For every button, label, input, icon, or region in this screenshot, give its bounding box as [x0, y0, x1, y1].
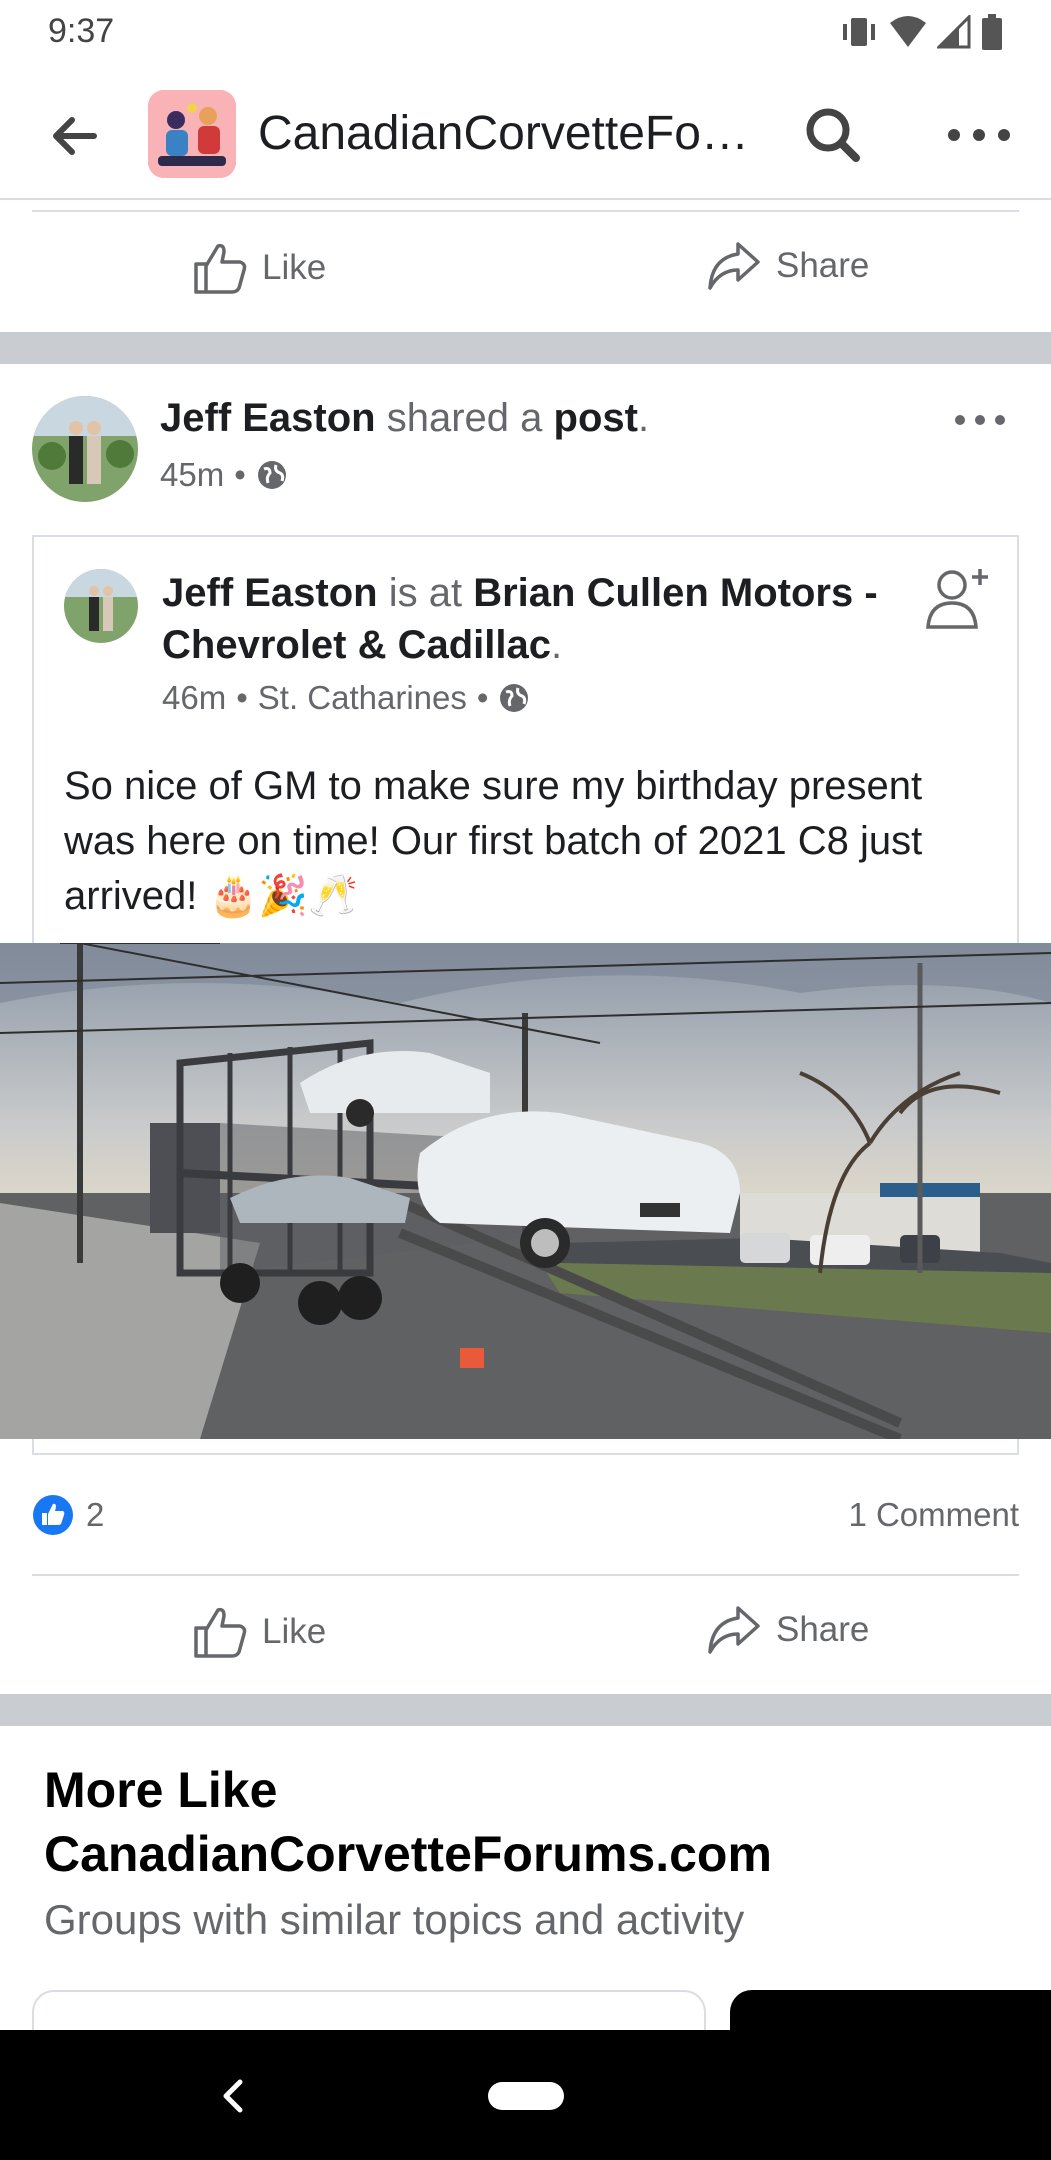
- status-time: 9:37: [48, 12, 115, 50]
- shared-post-time[interactable]: 46m: [162, 679, 226, 717]
- reaction-count: 2: [86, 1496, 105, 1533]
- share-label: Share: [776, 246, 870, 285]
- system-nav-bar: [0, 2030, 1051, 2160]
- feed-separator: [0, 332, 1051, 364]
- share-arrow-icon: [708, 242, 760, 290]
- comment-count[interactable]: 1 Comment: [848, 1496, 1019, 1534]
- reaction-summary[interactable]: 2: [32, 1494, 104, 1536]
- share-button[interactable]: Share: [706, 240, 869, 292]
- group-title: CanadianCorvetteForu…: [258, 107, 758, 160]
- action-prefix: shared a: [386, 396, 543, 440]
- nav-home-pill[interactable]: [488, 2082, 564, 2110]
- car-carrier-photo: [0, 943, 1051, 1439]
- share-label: Share: [776, 1610, 870, 1649]
- shared-author-avatar[interactable]: [64, 569, 138, 643]
- globe-icon: [500, 684, 529, 712]
- status-icons: [839, 14, 1003, 50]
- like-label: Like: [262, 1612, 327, 1651]
- status-bar: 9:37: [0, 0, 1051, 64]
- post-actions: Like Share: [0, 1578, 1051, 1696]
- thumbs-up-icon: [194, 243, 247, 294]
- post-header: Jeff Easton shared a post.: [160, 396, 649, 441]
- author-avatar[interactable]: [32, 396, 138, 502]
- group-avatar[interactable]: [148, 90, 236, 178]
- thumbs-up-icon: [194, 1607, 247, 1658]
- checkin-connector: is at: [388, 571, 463, 615]
- like-reaction-icon: [33, 1495, 73, 1535]
- like-label: Like: [262, 248, 327, 287]
- shared-author-name[interactable]: Jeff Easton: [162, 571, 378, 615]
- more-like-title: More Like CanadianCorvetteForums.com: [44, 1762, 772, 1882]
- add-friend-icon[interactable]: [924, 563, 994, 633]
- back-arrow-icon[interactable]: [44, 106, 104, 166]
- divider: [32, 210, 1019, 212]
- avatar-photo: [32, 396, 138, 502]
- post-time[interactable]: 45m: [160, 456, 224, 494]
- author-name[interactable]: Jeff Easton: [160, 396, 376, 440]
- signal-icon: [937, 15, 971, 49]
- shared-post-link[interactable]: post: [554, 396, 638, 440]
- nav-back-icon[interactable]: [218, 2076, 248, 2116]
- action-suffix: .: [637, 396, 650, 440]
- wifi-icon: [890, 16, 926, 47]
- shared-post-location[interactable]: St. Catharines: [258, 679, 467, 717]
- post-meta: 45m •: [160, 456, 288, 494]
- more-options-icon[interactable]: [944, 110, 1014, 160]
- app-bar: CanadianCorvetteForu…: [0, 70, 1051, 200]
- place-suffix: .: [551, 623, 563, 667]
- post-photo[interactable]: [0, 943, 1051, 1439]
- shared-post-meta: 46m • St. Catharines •: [162, 679, 530, 717]
- vibrate-icon: [843, 18, 875, 46]
- feed-separator: [0, 1694, 1051, 1726]
- post-options-icon[interactable]: [950, 400, 1010, 440]
- post-emojis: 🎂🎉🥂: [208, 874, 358, 918]
- share-arrow-icon: [708, 1606, 760, 1654]
- divider: [32, 1574, 1019, 1576]
- avatar-photo: [64, 569, 138, 643]
- search-icon[interactable]: [800, 102, 864, 166]
- more-like-subtitle: Groups with similar topics and activity: [44, 1896, 745, 1943]
- group-illustration-icon: [148, 90, 236, 178]
- share-button[interactable]: Share: [706, 1604, 869, 1656]
- like-button[interactable]: Like: [192, 240, 326, 296]
- like-button[interactable]: Like: [192, 1604, 326, 1660]
- globe-icon: [257, 461, 286, 489]
- previous-post-actions: Like Share: [0, 214, 1051, 332]
- post-text: So nice of GM to make sure my birthday p…: [64, 759, 1004, 924]
- shared-post-header: Jeff Easton is at Brian Cullen Motors - …: [162, 567, 902, 671]
- post-body: So nice of GM to make sure my birthday p…: [64, 764, 923, 918]
- battery-icon: [982, 14, 1002, 50]
